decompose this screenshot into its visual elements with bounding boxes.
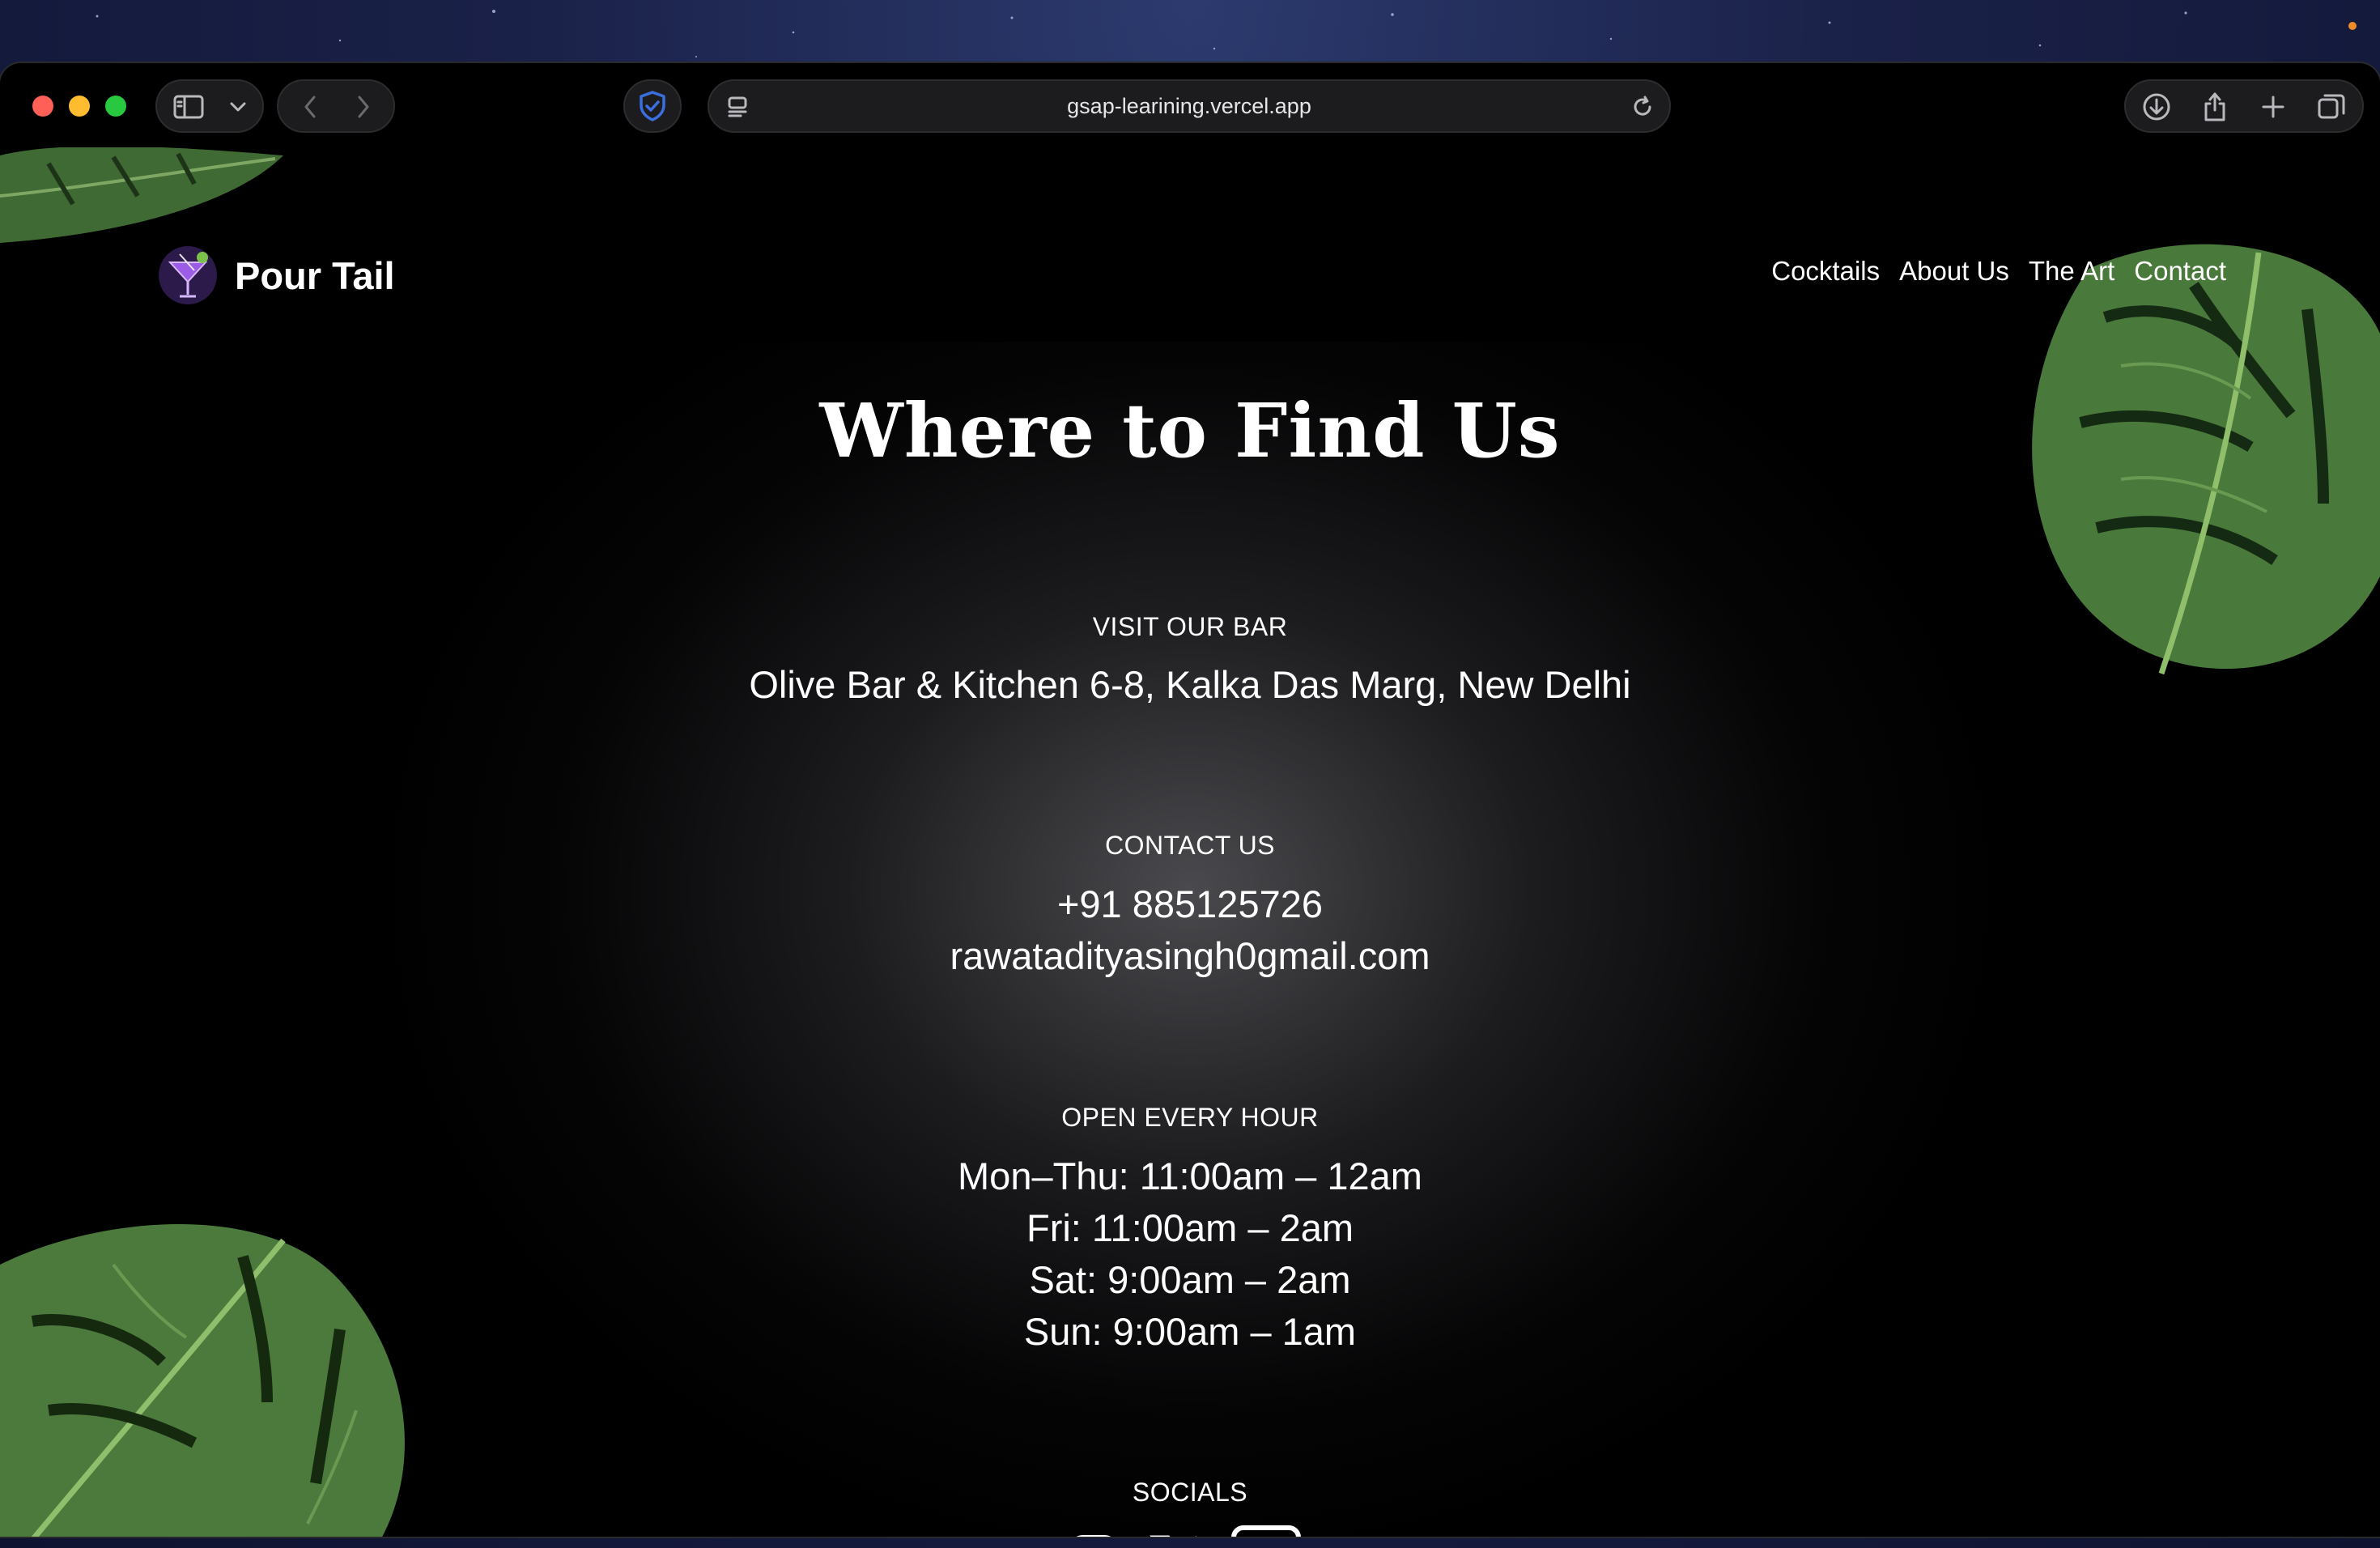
address-text: Olive Bar & Kitchen 6-8, Kalka Das Marg,… [749, 663, 1631, 706]
address-bar[interactable]: gsap-learining.vercel.app [708, 79, 1671, 133]
socials-row [1065, 1524, 1303, 1537]
hours-line: Sat: 9:00am – 2am [1029, 1258, 1351, 1301]
brand-logo[interactable]: Pour Tail [155, 243, 395, 308]
nav-link-contact[interactable]: Contact [2134, 256, 2226, 287]
nav-link-about-us[interactable]: About Us [1899, 256, 2009, 287]
back-icon[interactable] [290, 87, 330, 126]
forward-icon[interactable] [343, 87, 384, 126]
shield-icon [625, 81, 680, 131]
page-title: Where to Find Us [819, 387, 1561, 474]
close-window-button[interactable] [32, 96, 53, 117]
hours-label: OPEN EVERY HOUR [1061, 1103, 1319, 1132]
contact-label: CONTACT US [1104, 831, 1276, 860]
instagram-icon[interactable] [1065, 1531, 1123, 1537]
chevron-down-icon[interactable] [222, 87, 254, 126]
hours-line: Mon–Thu: 11:00am – 12am [958, 1155, 1422, 1197]
browser-window: gsap-learining.vercel.app Pour Tail Cock… [0, 63, 2380, 1537]
url-text[interactable]: gsap-learining.vercel.app [709, 81, 1669, 131]
toolbar-actions-group [2124, 79, 2364, 133]
tabs-overview-icon[interactable] [2310, 87, 2352, 126]
minimize-window-button[interactable] [69, 96, 90, 117]
main-nav: Cocktails About Us The Art Contact [1771, 256, 2226, 287]
privacy-report-button[interactable] [623, 79, 682, 133]
nav-link-cocktails[interactable]: Cocktails [1771, 256, 1880, 287]
sidebar-icon[interactable] [168, 87, 209, 126]
history-nav-group [277, 79, 395, 133]
email-text[interactable]: rawatadityasingh0gmail.com [0, 933, 2380, 978]
nav-link-the-art[interactable]: The Art [2029, 256, 2114, 287]
hours-line: Sun: 9:00am – 1am [1023, 1310, 1357, 1353]
share-icon[interactable] [2194, 87, 2236, 126]
cocktail-glass-icon [159, 246, 217, 304]
sidebar-toggle-group[interactable] [155, 79, 264, 133]
visit-label: VISIT OUR BAR [1092, 612, 1288, 641]
monstera-leaf-top-left [0, 147, 283, 243]
new-tab-icon[interactable] [2252, 87, 2294, 126]
zoom-window-button[interactable] [105, 96, 126, 117]
browser-toolbar: gsap-learining.vercel.app [0, 63, 2380, 147]
x-icon[interactable] [1147, 1531, 1205, 1537]
linkedin-icon[interactable] [1230, 1524, 1303, 1537]
brand-name: Pour Tail [235, 253, 395, 297]
phone-text[interactable]: +91 885125726 [0, 882, 2380, 926]
hours-line: Fri: 11:00am – 2am [1026, 1206, 1354, 1249]
socials-label: SOCIALS [1132, 1478, 1248, 1507]
reload-icon[interactable] [1622, 87, 1663, 126]
download-icon[interactable] [2136, 87, 2178, 126]
page-content: Pour Tail Cocktails About Us The Art Con… [0, 147, 2380, 1537]
